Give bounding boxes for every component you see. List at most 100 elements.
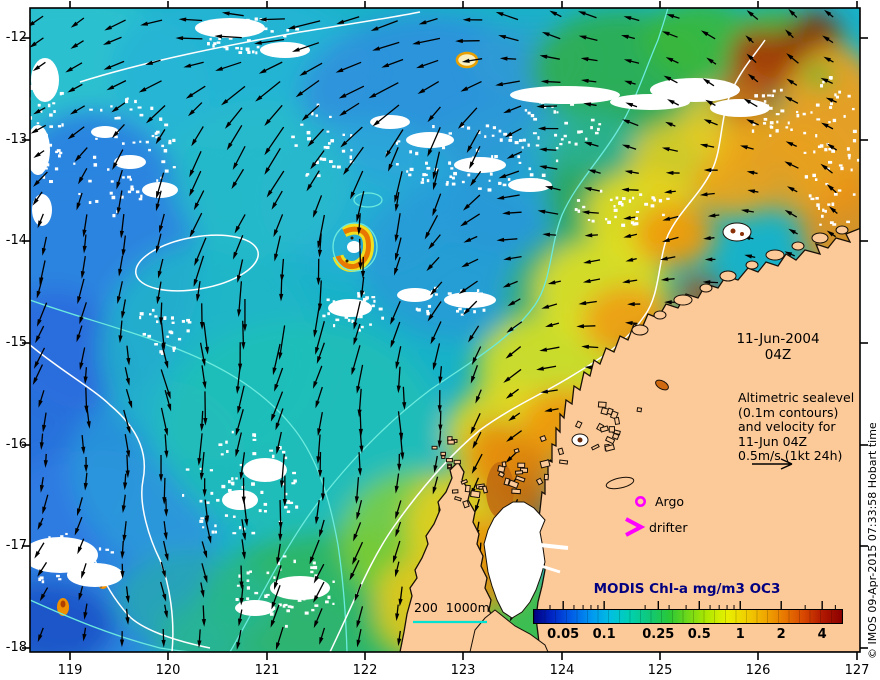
cloud-speckle xyxy=(762,122,767,125)
cloud-speckle xyxy=(333,324,336,328)
cloud-speckle xyxy=(159,117,163,121)
cloud-speckle xyxy=(163,148,168,153)
cloud-speckle xyxy=(306,130,311,135)
cloud-speckle xyxy=(447,292,452,295)
cloud-speckle xyxy=(527,143,530,147)
cloud-speckle xyxy=(381,316,385,320)
cloud-speckle xyxy=(161,144,165,148)
cloud-speckle xyxy=(121,142,125,145)
cloud-speckle xyxy=(36,122,40,125)
cloud-speckle xyxy=(282,450,286,454)
cloud-speckle xyxy=(170,331,174,335)
lat-axis-label: -17 xyxy=(5,538,27,553)
cloud-speckle xyxy=(48,536,51,539)
cloud-speckle xyxy=(269,612,274,616)
cloud-speckle xyxy=(116,116,121,120)
cloud-speckle xyxy=(289,501,294,504)
lon-axis-label: 126 xyxy=(745,663,771,678)
cloud-speckle xyxy=(628,199,632,203)
cloud-speckle xyxy=(251,531,256,535)
cloud-speckle xyxy=(475,292,478,295)
cloud-speckle xyxy=(369,323,372,326)
cloud-speckle xyxy=(815,134,818,138)
cloud-speckle xyxy=(109,191,113,195)
cloud-speckle xyxy=(49,125,54,128)
cloud-speckle xyxy=(82,554,87,558)
cloud-speckle xyxy=(263,502,268,506)
cloud-speckle xyxy=(492,126,496,130)
cloud-speckle xyxy=(186,329,190,333)
cloud-speckle xyxy=(852,193,856,196)
cloud-speckle xyxy=(812,173,816,178)
cloud-speckle xyxy=(395,141,399,145)
archipelago-island xyxy=(539,434,547,443)
cloud-speckle xyxy=(110,105,113,108)
cloud-speckle xyxy=(251,50,255,54)
cloud-speckle xyxy=(300,123,304,126)
cloud-speckle xyxy=(199,519,204,523)
lon-axis-label: 119 xyxy=(57,663,83,678)
cloud-speckle xyxy=(286,510,291,513)
cloud-speckle xyxy=(609,198,613,202)
cloud-speckle xyxy=(161,160,166,164)
cloud-speckle xyxy=(518,139,523,142)
cloud-speckle xyxy=(833,192,838,196)
cloud-speckle xyxy=(53,558,58,562)
cloud-speckle xyxy=(147,334,152,338)
cloud-speckle xyxy=(552,100,556,104)
cloud-speckle xyxy=(570,102,575,106)
cloud-speckle xyxy=(438,135,441,140)
cloud-speckle xyxy=(585,137,588,141)
cloud-speckle xyxy=(529,173,534,177)
cloud-speckle xyxy=(852,129,857,134)
cloud-speckle xyxy=(415,292,419,296)
cloud-speckle xyxy=(284,456,288,460)
cloud-speckle xyxy=(426,297,430,300)
cloud-speckle xyxy=(666,197,670,200)
cloud-speckle xyxy=(746,112,749,117)
cloud-speckle xyxy=(326,130,330,133)
cloud-speckle xyxy=(52,102,56,105)
cloud-speckle xyxy=(160,351,164,355)
cloud-speckle xyxy=(568,141,571,144)
cloud-speckle xyxy=(814,178,818,181)
cloud-speckle xyxy=(73,556,77,560)
info-line-4: 11-Jun 04Z xyxy=(738,433,808,449)
cloud-speckle xyxy=(138,197,143,201)
cloud-speckle xyxy=(292,471,297,475)
cloud-speckle xyxy=(556,111,559,114)
archipelago-island xyxy=(464,484,471,493)
cloud-speckle xyxy=(251,482,255,486)
cloud-speckle xyxy=(154,343,158,346)
cloud-speckle xyxy=(172,166,176,169)
archipelago-island xyxy=(613,416,621,426)
cloud-speckle xyxy=(587,219,591,222)
archipelago-island xyxy=(447,464,452,469)
cloud-speckle xyxy=(537,136,540,140)
cloud-speckle xyxy=(177,337,182,341)
bathy-scale-label: 200 1000m xyxy=(414,600,490,615)
cloud-speckle xyxy=(754,94,759,98)
cloud-speckle xyxy=(156,179,159,182)
cloud-speckle xyxy=(461,180,465,184)
cloud-speckle xyxy=(210,491,214,495)
cloud-speckle xyxy=(65,556,68,559)
cloud-speckle xyxy=(325,600,329,604)
cloud-speckle xyxy=(767,94,771,97)
cloud-speckle xyxy=(445,141,449,144)
cloud-speckle xyxy=(415,151,419,156)
cloud-speckle xyxy=(395,163,399,166)
cloud-speckle xyxy=(341,149,346,153)
cloud-speckle xyxy=(848,156,851,160)
cloud-speckle xyxy=(33,157,38,160)
cloud-speckle xyxy=(635,210,640,214)
cloud-speckle xyxy=(847,153,851,157)
cloud-speckle xyxy=(330,303,333,306)
archipelago-island xyxy=(543,473,549,481)
cloud-speckle xyxy=(58,578,62,581)
cloud-speckle xyxy=(426,179,430,183)
colorbar-title: MODIS Chl-a mg/m3 OC3 xyxy=(593,581,781,597)
lon-axis-label: 120 xyxy=(155,663,181,678)
cloud-speckle xyxy=(264,47,268,51)
cloud-speckle xyxy=(297,599,302,602)
